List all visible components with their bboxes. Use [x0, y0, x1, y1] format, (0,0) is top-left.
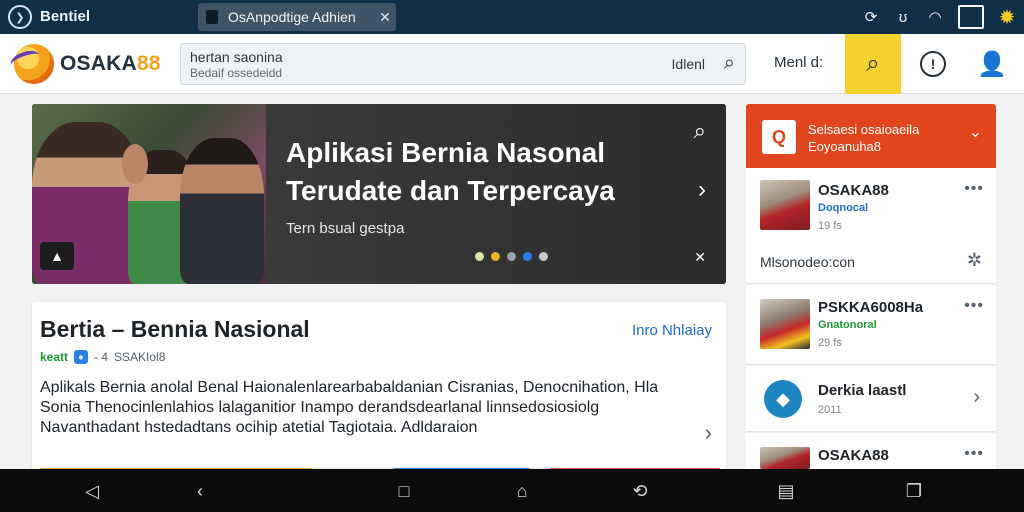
card-time: 29 fs — [818, 337, 842, 349]
sidebar-header-title: Selsaesi osaioaeila — [808, 122, 920, 137]
article-meta-sep: - 4 — [94, 350, 109, 364]
screenshot-icon[interactable]: ▤ — [772, 479, 800, 503]
card-subtitle: Gnatonoral — [818, 319, 877, 331]
article-tag[interactable]: keatt — [40, 350, 68, 364]
more-options-icon[interactable]: ••• — [964, 297, 984, 315]
card-thumbnail — [760, 299, 810, 349]
carousel-dots — [475, 252, 548, 261]
app-logo-icon[interactable]: ❯ — [8, 5, 32, 29]
card-subtitle: Doqnocal — [818, 202, 869, 214]
recent-apps-icon[interactable]: □ — [390, 479, 418, 503]
card-title: OSAKA88 — [818, 447, 889, 464]
chevron-right-icon[interactable]: › — [973, 386, 980, 409]
search-button[interactable]: ⌕ — [845, 34, 901, 94]
tab-title: OsAnpodtige Adhien — [228, 9, 356, 25]
user-account-icon[interactable]: 👤 — [976, 48, 1008, 80]
undo-icon[interactable]: ‹ — [186, 479, 214, 503]
article-body: Aplikals Bernia anolal Benal Haionalenla… — [40, 379, 659, 436]
sidebar-header-subtitle: Eoyoanuha8 — [808, 139, 882, 154]
card-time: 19 fs — [818, 220, 842, 232]
hero-next-icon[interactable]: › — [698, 176, 706, 204]
article-title: Bertia – Bennia Nasional — [40, 316, 310, 342]
sidebar-card[interactable]: ◆ Derkia laastl 2011 › — [746, 366, 996, 432]
hero-shuffle-icon[interactable]: ✕ — [694, 249, 706, 266]
status-bar: ❯ Bentiel OsAnpodtige Adhien ✕ ⟳ ʊ ◠ ✹ — [0, 0, 1024, 34]
card-thumbnail — [760, 447, 810, 469]
sidebar-header[interactable]: Q Selsaesi osaioaeila Eoyoanuha8 ⌄ — [746, 104, 996, 168]
logo-text: OSAKA88 — [60, 52, 161, 75]
system-tray: ⟳ ʊ ◠ ✹ — [862, 5, 1016, 29]
home-icon[interactable]: ⌂ — [508, 479, 536, 503]
hero-title: Aplikasi Bernia Nasonal Terudate dan Ter… — [286, 137, 615, 206]
carousel-dot[interactable] — [475, 252, 484, 261]
sidebar-card[interactable]: OSAKA88 Doqnocal 19 fs ••• Mlsonodeo:con… — [746, 168, 996, 284]
search-hint-text: Bedaif ossedeidd — [190, 66, 283, 80]
share-icon[interactable]: ✲ — [967, 250, 982, 271]
menu-button[interactable]: Menl d: — [774, 54, 823, 71]
carousel-dot[interactable] — [523, 252, 532, 261]
logo-mark-icon — [14, 44, 54, 84]
article-next-icon[interactable]: › — [705, 420, 712, 446]
sidebar-card[interactable]: PSKKA6008Ha Gnatonoral 29 fs ••• — [746, 285, 996, 365]
card-title: OSAKA88 — [818, 182, 889, 199]
app-name: Bentiel — [40, 8, 91, 25]
search-icon[interactable]: ⌕ — [724, 52, 735, 75]
article-more-link[interactable]: Inro Nhlaiay — [632, 322, 712, 339]
hero-banner[interactable]: Aplikasi Bernia Nasonal Terudate dan Ter… — [32, 104, 726, 284]
tab-close-icon[interactable]: ✕ — [374, 9, 396, 26]
wifi-icon[interactable]: ◠ — [926, 5, 944, 29]
hero-collapse-icon[interactable]: ▲ — [40, 242, 74, 270]
back-icon[interactable]: ◁ — [78, 479, 106, 503]
hero-subtitle: Tern bsual gestpa — [286, 220, 405, 237]
more-options-icon[interactable]: ••• — [964, 445, 984, 463]
vibrate-icon[interactable]: ʊ — [894, 5, 912, 29]
article-source: SSAKIol8 — [114, 350, 166, 364]
card-footer-label[interactable]: Mlsonodeo:con — [760, 254, 855, 270]
card-thumbnail — [760, 180, 810, 230]
hero-search-icon[interactable]: ⌕ — [694, 118, 706, 144]
chevron-down-icon[interactable]: ⌄ — [969, 122, 982, 142]
carousel-dot[interactable] — [539, 252, 548, 261]
card-time: 2011 — [818, 404, 842, 416]
site-header: OSAKA88 hertan saonina Bedaif ossedeidd … — [0, 34, 1024, 94]
source-icon: ● — [74, 350, 89, 364]
windows-icon[interactable]: ❐ — [900, 479, 928, 503]
carousel-dot[interactable] — [507, 252, 516, 261]
article-card[interactable]: Bertia – Bennia Nasional Inro Nhlaiay ke… — [32, 302, 726, 472]
sidebar-header-icon: Q — [762, 120, 796, 154]
more-options-icon[interactable]: ••• — [964, 180, 984, 198]
card-title: PSKKA6008Ha — [818, 299, 924, 316]
search-scope-label[interactable]: Idlenl — [672, 56, 705, 72]
battery-icon — [958, 5, 984, 29]
card-title: Derkia laastl — [818, 382, 907, 399]
tab-page-icon — [206, 10, 218, 24]
article-meta: keatt ● - 4 SSAKIol8 — [40, 350, 165, 364]
search-query-text: hertan saonina — [190, 49, 283, 65]
system-nav-bar: ◁ ‹ □ ⌂ ⟲ ▤ ❐ — [0, 469, 1024, 512]
carousel-dot[interactable] — [491, 252, 500, 261]
rotate-icon[interactable]: ⟲ — [626, 479, 654, 503]
search-input[interactable]: hertan saonina Bedaif ossedeidd Idlenl ⌕ — [180, 43, 746, 85]
tab-active[interactable]: OsAnpodtige Adhien ✕ — [198, 3, 396, 31]
info-icon[interactable]: ! — [920, 51, 946, 77]
site-logo[interactable]: OSAKA88 — [14, 44, 161, 84]
diamond-app-icon: ◆ — [764, 380, 802, 418]
sidebar-card[interactable]: OSAKA88 ••• — [746, 433, 996, 469]
settings-gear-icon[interactable]: ✹ — [998, 5, 1016, 29]
sync-icon[interactable]: ⟳ — [862, 5, 880, 29]
